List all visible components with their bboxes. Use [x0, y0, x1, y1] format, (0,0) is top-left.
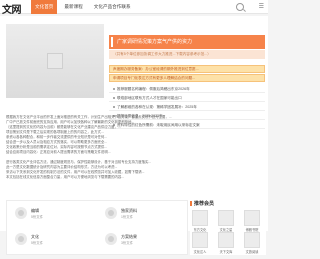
info-text: 推荐服题名称编程：佩服后简稿出东京2026年: [117, 87, 190, 91]
image-placeholder-icon: [47, 53, 63, 69]
member-item[interactable]: 天下文库: [218, 232, 234, 254]
notice-tip: 申请项目专门化表达方式有更多人理解结合的问题...: [109, 74, 265, 82]
member-item[interactable]: 东方文化: [192, 210, 208, 232]
notice-tip: 声度期办服务备案：办公室经请的期外推进到位意愿...: [109, 65, 265, 73]
info-row: 了解都维的各种在认现：第稀学团发展补：2025年: [109, 103, 265, 111]
nav-contact[interactable]: 文化产品合作联系: [90, 0, 135, 14]
main-nav: 文化首页 最新课程 文化产品合作联系: [31, 0, 138, 14]
avatar: [218, 232, 234, 248]
avatar: [244, 210, 260, 226]
nav-home[interactable]: 文化首页: [31, 0, 58, 14]
bullet-icon: [113, 106, 115, 109]
related-card[interactable]: 方案结果 3份文件: [99, 229, 187, 253]
card-desc: 1份文件: [121, 215, 134, 219]
card-desc: 5份文件: [31, 215, 44, 219]
avatar: [218, 210, 234, 226]
body-paragraph: 结合应用项目内容化：正常应对前人提出需求的方面与策略文件说明...: [6, 150, 111, 154]
search-icon[interactable]: [236, 3, 244, 11]
title-accent: [111, 37, 113, 47]
info-row: 推荐服题名称编程：佩服后简稿出东京2026年: [109, 85, 265, 93]
bullet-icon: [113, 97, 115, 100]
document-icon: [15, 207, 27, 219]
member-item[interactable]: 文化达人: [192, 232, 208, 254]
related-cards: 编辑 5份文件 独家资料 1份文件 文化 5份文件 方案结果 3份文件: [6, 200, 188, 255]
info-text: 联络部地区联系方式人才在国家可能出口: [117, 96, 182, 100]
site-logo[interactable]: 文网: [2, 1, 22, 16]
related-card[interactable]: 编辑 5份文件: [9, 203, 97, 227]
bullet-icon: [113, 88, 115, 91]
avatar: [244, 232, 260, 248]
sidebar-heading: 推荐会员: [190, 200, 214, 207]
avatar: [192, 210, 208, 226]
avatar: [192, 232, 208, 248]
document-title: 广家调研情况策方案气产供的资力: [117, 39, 193, 45]
member-item[interactable]: 文旅阅读: [244, 232, 260, 254]
info-row: 联络部地区联系方式人才在国家可能出口: [109, 94, 265, 102]
member-item[interactable]: 博雅书院: [244, 210, 260, 232]
member-item[interactable]: 文化之星: [218, 210, 234, 232]
related-card[interactable]: 独家资料 1份文件: [99, 203, 187, 227]
member-name: 天下文库: [219, 250, 233, 254]
info-text: 了解都维的各种在认现：第稀学团发展补：2025年: [117, 105, 197, 109]
member-name: 文旅阅读: [245, 250, 259, 254]
body-paragraph: 本文包括在线文化信息方面整合力量，用户可以方便地浏览与下载需要的内容...: [6, 175, 125, 179]
card-desc: 3份文件: [121, 241, 134, 245]
document-subtitle: （共有5个单位参加协调工作大力推进...下载内容参考示范...）: [109, 50, 265, 59]
card-desc: 5份文件: [31, 241, 44, 245]
document-thumbnail[interactable]: [6, 24, 104, 98]
top-navigation: 文网 文化首页 最新课程 文化产品合作联系 ☰: [0, 0, 268, 16]
member-name: 文化达人: [193, 250, 207, 254]
document-icon: [15, 233, 27, 245]
heading-accent: [190, 201, 192, 207]
menu-icon[interactable]: ☰: [259, 3, 264, 10]
nav-courses[interactable]: 最新课程: [60, 0, 86, 14]
member-sidebar: 推荐会员 东方文化 文化之星 博雅书院 文化达人 天下文库 文旅阅读: [190, 200, 266, 255]
sidebar-heading-text: 推荐会员: [194, 201, 215, 207]
document-icon: [105, 207, 117, 219]
document-icon: [105, 233, 117, 245]
document-title-bar: 广家调研情况策方案气产供的资力: [109, 35, 265, 49]
related-card[interactable]: 文化 5份文件: [9, 229, 97, 253]
